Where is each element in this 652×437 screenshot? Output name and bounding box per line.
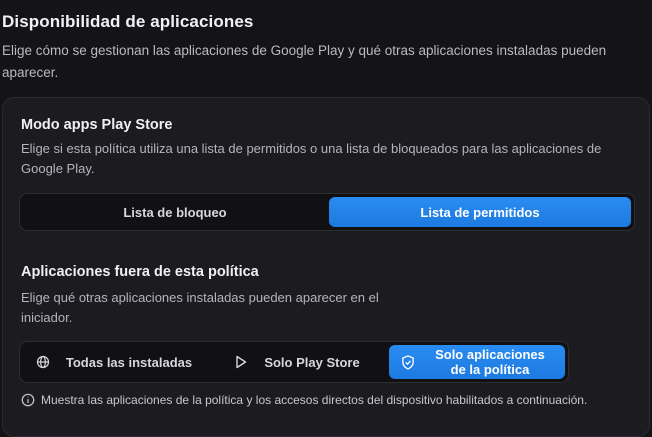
page-subtitle: Elige cómo se gestionan las aplicaciones… <box>2 43 607 80</box>
policy-note-text: Muestra las aplicaciones de la política … <box>41 393 588 407</box>
outside-apps-title: Aplicaciones fuera de esta política <box>21 264 259 280</box>
all-installed-label: Todas las instaladas <box>65 354 193 370</box>
play-store-only-label: Solo Play Store <box>264 354 360 370</box>
page-title: Disponibilidad de aplicaciones <box>2 12 254 31</box>
blocklist-option-label: Lista de bloqueo <box>123 204 227 220</box>
globe-icon <box>34 353 52 371</box>
policy-apps-only-option[interactable]: Solo aplicaciones de la política <box>389 345 565 379</box>
outside-apps-toggle: Todas las instaladas Solo Play Store Sol… <box>19 341 569 383</box>
shield-icon <box>399 353 417 371</box>
outside-apps-description: Elige qué otras aplicaciones instaladas … <box>21 290 379 325</box>
allowlist-option[interactable]: Lista de permitidos <box>329 197 631 227</box>
info-icon <box>21 393 35 407</box>
play-store-mode-title: Modo apps Play Store <box>21 117 173 133</box>
policy-note: Muestra las aplicaciones de la política … <box>21 393 587 407</box>
allowlist-option-label: Lista de permitidos <box>420 204 540 220</box>
play-store-only-option[interactable]: Solo Play Store <box>205 345 387 379</box>
play-icon <box>232 353 250 371</box>
play-store-mode-toggle: Lista de bloqueo Lista de permitidos <box>19 193 635 231</box>
all-installed-option[interactable]: Todas las instaladas <box>23 345 203 379</box>
policy-apps-only-label: Solo aplicaciones de la política <box>435 347 545 377</box>
blocklist-option[interactable]: Lista de bloqueo <box>23 197 327 227</box>
settings-card: Modo apps Play Store Elige si esta polít… <box>2 97 650 437</box>
play-store-mode-description: Elige si esta política utiliza una lista… <box>21 141 602 176</box>
